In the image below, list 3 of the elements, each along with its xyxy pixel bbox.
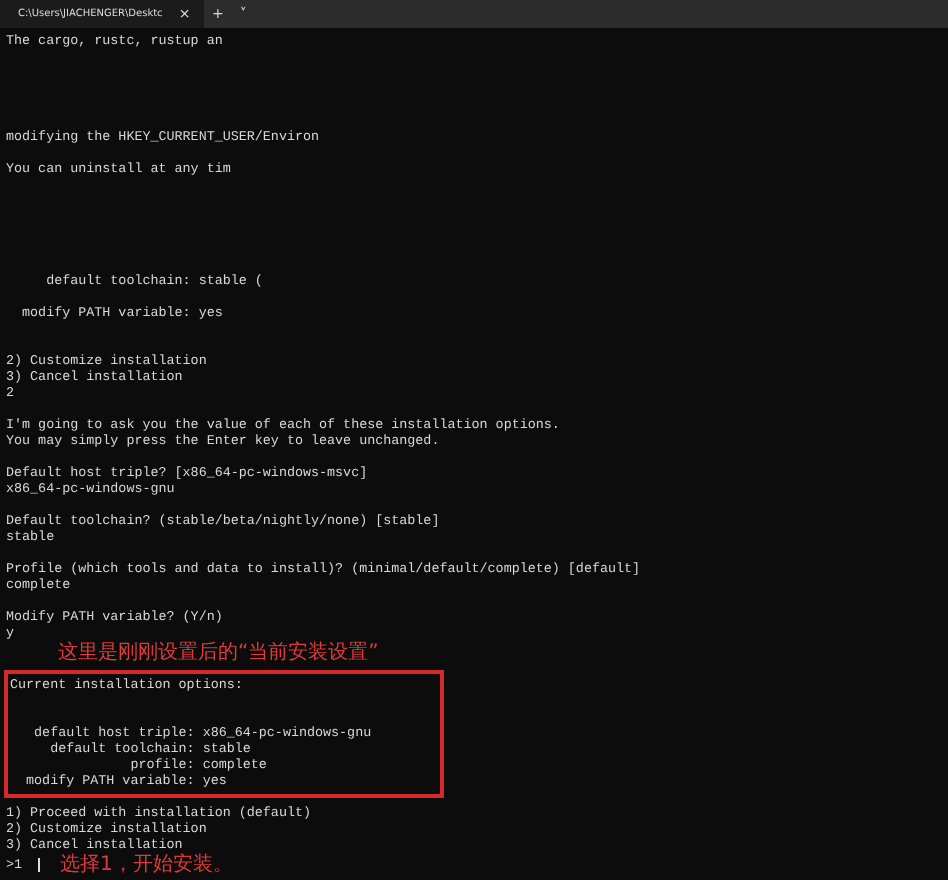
- annotation-note: 选择1，开始安装。: [58, 854, 233, 876]
- text-cursor: [38, 858, 41, 872]
- annotation-note: 这里是刚刚设置后的“当前安装设置”: [56, 642, 381, 664]
